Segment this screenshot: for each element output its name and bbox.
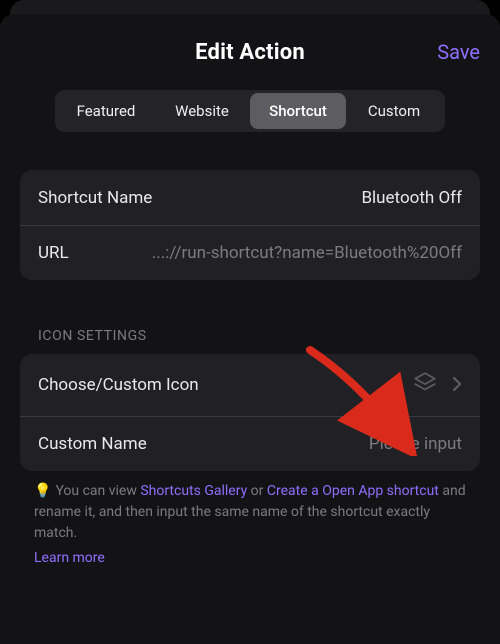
tab-shortcut[interactable]: Shortcut — [250, 93, 346, 129]
choose-icon-label: Choose/Custom Icon — [38, 375, 199, 395]
page-title: Edit Action — [195, 40, 305, 65]
icon-settings-header: ICON SETTINGS — [38, 328, 480, 344]
tab-custom[interactable]: Custom — [346, 93, 442, 129]
url-value: ...://run-shortcut?name=Bluetooth%20Off — [87, 243, 462, 263]
bulb-icon: 💡 — [34, 481, 51, 502]
action-type-tabs: Featured Website Shortcut Custom — [55, 90, 445, 132]
chevron-right-icon — [452, 375, 462, 395]
choose-icon-row[interactable]: Choose/Custom Icon — [20, 354, 480, 416]
url-label: URL — [38, 243, 69, 263]
shortcut-name-label: Shortcut Name — [38, 188, 152, 208]
hint-text: 💡You can view Shortcuts Gallery or Creat… — [34, 481, 474, 544]
shortcuts-gallery-link[interactable]: Shortcuts Gallery — [140, 483, 247, 499]
shortcut-details-card: Shortcut Name Bluetooth Off URL ...://ru… — [20, 170, 480, 280]
layers-icon — [412, 370, 438, 400]
sheet-header: Edit Action Save — [20, 14, 480, 90]
custom-name-placeholder: Please input — [167, 434, 462, 454]
custom-name-label: Custom Name — [38, 434, 147, 454]
tab-website[interactable]: Website — [154, 93, 250, 129]
icon-settings-card: Choose/Custom Icon Custom Name Please in… — [20, 354, 480, 471]
edit-action-sheet: Edit Action Save Featured Website Shortc… — [0, 14, 500, 644]
create-open-app-link[interactable]: Create a Open App shortcut — [267, 483, 439, 499]
custom-name-row[interactable]: Custom Name Please input — [20, 416, 480, 471]
save-button[interactable]: Save — [437, 40, 480, 64]
tab-featured[interactable]: Featured — [58, 93, 154, 129]
shortcut-name-row[interactable]: Shortcut Name Bluetooth Off — [20, 170, 480, 225]
shortcut-name-value: Bluetooth Off — [172, 188, 462, 208]
learn-more-link[interactable]: Learn more — [34, 550, 105, 566]
shortcut-url-row[interactable]: URL ...://run-shortcut?name=Bluetooth%20… — [20, 225, 480, 280]
